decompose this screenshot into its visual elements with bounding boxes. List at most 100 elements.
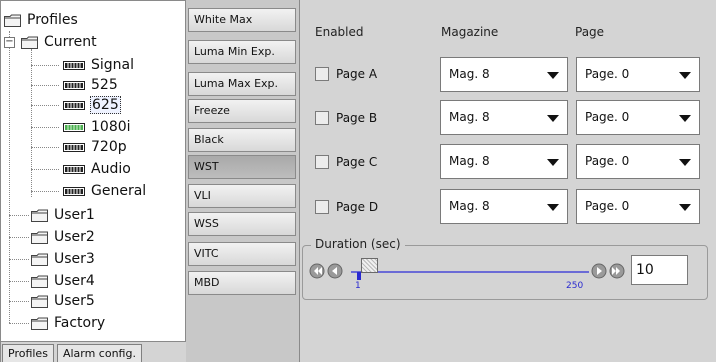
vli-button[interactable]: VLI xyxy=(188,184,296,208)
tree-guide-line xyxy=(9,323,29,324)
tree-node-user2[interactable]: User2 xyxy=(31,228,96,246)
tree-node-user3[interactable]: User3 xyxy=(31,250,96,268)
tree-guide-line xyxy=(31,105,59,106)
tab-alarm-config[interactable]: Alarm config. xyxy=(56,344,142,362)
rewind-icon[interactable] xyxy=(309,263,325,279)
luma-max-exp-button[interactable]: Luma Max Exp. xyxy=(188,72,296,96)
white-max-button[interactable]: White Max xyxy=(188,8,296,32)
tree-node-general[interactable]: General xyxy=(63,182,147,200)
tree-node-user5[interactable]: User5 xyxy=(31,292,96,310)
slider-max-label: 250 xyxy=(566,281,584,291)
chip-icon xyxy=(63,60,85,70)
chip-icon xyxy=(63,142,85,152)
folder-icon xyxy=(31,317,48,330)
page-c-label: Page C xyxy=(336,155,378,169)
collapse-toggle[interactable]: − xyxy=(4,37,15,48)
tree-node-label: 720p xyxy=(91,139,127,155)
tree-node-label: 1080i xyxy=(91,119,131,135)
duration-slider-track[interactable] xyxy=(351,271,589,273)
tree-guide-line xyxy=(31,191,59,192)
chip-icon xyxy=(63,164,85,174)
page-b-magazine-select[interactable]: Mag. 8 xyxy=(440,100,568,135)
step-forward-icon[interactable] xyxy=(591,263,607,279)
page-c-magazine-select[interactable]: Mag. 8 xyxy=(440,144,568,179)
tree-node-label: User1 xyxy=(54,207,95,223)
folder-icon xyxy=(21,36,38,49)
select-value: Page. 0 xyxy=(585,110,630,124)
select-value: Mag. 8 xyxy=(449,199,490,213)
collapse-symbol: − xyxy=(5,36,14,47)
select-value: Mag. 8 xyxy=(449,154,490,168)
tree-guide-line xyxy=(31,49,32,197)
page-d-label: Page D xyxy=(336,200,379,214)
folder-icon xyxy=(31,295,48,308)
tree-guide-line xyxy=(31,169,59,170)
tree-node-factory[interactable]: Factory xyxy=(31,314,106,332)
wst-settings-panel: Enabled Magazine Page Page A Mag. 8 Page… xyxy=(301,0,716,362)
tree-node-label: 525 xyxy=(91,77,118,93)
page-b-row: Page B xyxy=(315,111,377,125)
duration-value-input[interactable]: 10 xyxy=(631,255,688,285)
wss-button[interactable]: WSS xyxy=(188,212,296,236)
tree-guide-line xyxy=(31,65,59,66)
chevron-down-icon xyxy=(679,204,691,211)
vitc-button[interactable]: VITC xyxy=(188,242,296,266)
tab-profiles[interactable]: Profiles xyxy=(2,344,54,362)
tree-guide-line xyxy=(9,237,29,238)
fast-forward-icon[interactable] xyxy=(609,263,625,279)
page-a-page-select[interactable]: Page. 0 xyxy=(576,57,700,92)
tree-node-label: Signal xyxy=(91,57,135,73)
tree-node-audio[interactable]: Audio xyxy=(63,160,132,178)
step-back-icon[interactable] xyxy=(327,263,343,279)
tree-node-720p[interactable]: 720p xyxy=(63,138,128,156)
page-c-page-select[interactable]: Page. 0 xyxy=(576,144,700,179)
tree-node-label-selected: 625 xyxy=(90,96,121,114)
tree-node-label: Audio xyxy=(91,161,131,177)
page-b-page-select[interactable]: Page. 0 xyxy=(576,100,700,135)
slider-left-controls xyxy=(309,263,343,279)
tree-node-525[interactable]: 525 xyxy=(63,76,119,94)
tree-node-label: Current xyxy=(44,34,97,50)
folder-icon xyxy=(4,14,21,27)
tree-node-user4[interactable]: User4 xyxy=(31,272,96,290)
select-value: Mag. 8 xyxy=(449,110,490,124)
page-a-magazine-select[interactable]: Mag. 8 xyxy=(440,57,568,92)
tree-node-label: Profiles xyxy=(27,12,78,28)
tree-guide-line xyxy=(9,281,29,282)
page-a-row: Page A xyxy=(315,67,377,81)
page-d-page-select[interactable]: Page. 0 xyxy=(576,189,700,224)
bottom-tab-bar: Profiles Alarm config. xyxy=(1,341,187,362)
tree-node-current[interactable]: Current xyxy=(21,33,98,51)
tree-node-label: User4 xyxy=(54,273,95,289)
page-d-checkbox[interactable] xyxy=(315,200,329,214)
freeze-button[interactable]: Freeze xyxy=(188,99,296,123)
duration-title: Duration (sec) xyxy=(311,237,405,251)
tree-node-profiles[interactable]: Profiles xyxy=(4,11,79,29)
slider-right-controls xyxy=(591,263,625,279)
luma-min-exp-button[interactable]: Luma Min Exp. xyxy=(188,40,296,64)
black-button[interactable]: Black xyxy=(188,128,296,152)
page-a-checkbox[interactable] xyxy=(315,67,329,81)
select-value: Mag. 8 xyxy=(449,67,490,81)
wst-button[interactable]: WST xyxy=(188,155,296,179)
folder-icon xyxy=(31,231,48,244)
tree-node-signal[interactable]: Signal xyxy=(63,56,135,74)
tree-node-1080i[interactable]: 1080i xyxy=(63,118,132,136)
tree-node-625[interactable]: 625 xyxy=(63,96,121,114)
mbd-button[interactable]: MBD xyxy=(188,271,296,295)
page-b-checkbox[interactable] xyxy=(315,111,329,125)
tree-guide-line xyxy=(31,85,59,86)
page-d-magazine-select[interactable]: Mag. 8 xyxy=(440,189,568,224)
tree-guide-line xyxy=(31,147,59,148)
tree-node-label: User3 xyxy=(54,251,95,267)
slider-position-marker xyxy=(357,272,361,280)
page-c-checkbox[interactable] xyxy=(315,155,329,169)
function-button-column: White Max Luma Min Exp. Luma Max Exp. Fr… xyxy=(186,0,300,362)
chip-icon-active xyxy=(63,122,85,132)
tree-node-label: Factory xyxy=(54,315,106,331)
tree-node-user1[interactable]: User1 xyxy=(31,206,96,224)
chevron-down-icon xyxy=(679,159,691,166)
duration-slider-thumb[interactable] xyxy=(361,258,378,273)
page-b-label: Page B xyxy=(336,111,378,125)
select-value: Page. 0 xyxy=(585,154,630,168)
